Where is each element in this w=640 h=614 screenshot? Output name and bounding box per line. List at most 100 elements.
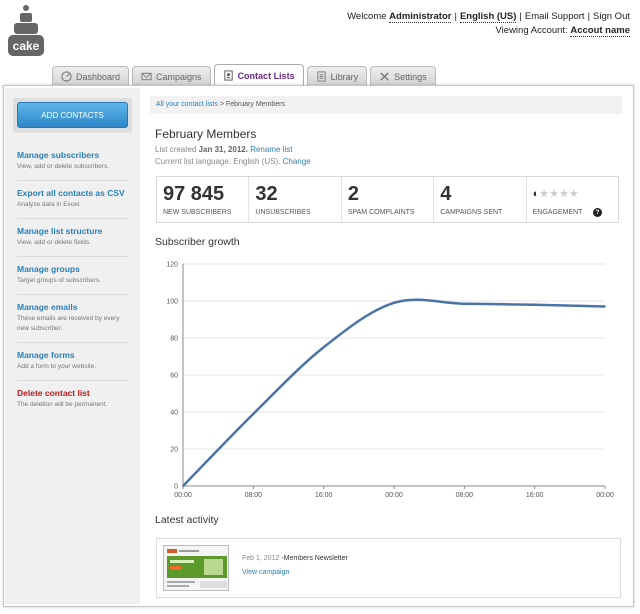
- data-point: [252, 413, 255, 415]
- sidebar-item-desc: View, add or delete subscribers.: [17, 163, 110, 170]
- sidebar-item-list-structure[interactable]: Manage list structure View, add or delet…: [17, 219, 128, 257]
- tab-label: Settings: [394, 71, 427, 82]
- stat-label: SPAM COMPLAINTS: [347, 209, 415, 216]
- sidebar-item-manage-subscribers[interactable]: Manage subscribers View, add or delete s…: [17, 143, 128, 181]
- sidebar: ADD CONTACTS Manage subscribers View, ad…: [5, 88, 140, 604]
- activity-line: Feb 1, 2012 -Members Newsletter: [242, 555, 348, 562]
- y-tick-label: 120: [166, 262, 178, 269]
- add-contacts-button[interactable]: ADD CONTACTS: [17, 102, 128, 128]
- sidebar-item-title[interactable]: Manage groups: [17, 264, 128, 275]
- engagement-stars: ◐★★★★: [533, 183, 612, 205]
- tools-icon: [380, 72, 389, 81]
- stat-label: UNSUBSCRIBES: [255, 209, 311, 216]
- rename-list-link[interactable]: Rename list: [250, 145, 292, 154]
- stat-label: CAMPAIGNS SENT: [440, 209, 503, 216]
- stat-value: 97 845: [163, 183, 225, 205]
- sidebar-item-manage-groups[interactable]: Manage groups Target groups of subscribe…: [17, 257, 128, 295]
- x-tick-label: 08:00: [245, 492, 263, 498]
- sidebar-item-title[interactable]: Manage forms: [17, 350, 128, 361]
- cake-logo: cake: [8, 5, 44, 56]
- y-tick-label: 20: [170, 447, 178, 454]
- sidebar-item-title[interactable]: Manage subscribers: [17, 150, 128, 161]
- y-tick-label: 40: [170, 410, 178, 417]
- contact-book-icon: [223, 70, 233, 81]
- created-label: List created: [155, 145, 197, 154]
- data-point: [463, 302, 466, 305]
- y-tick-label: 100: [166, 299, 178, 306]
- sidebar-item-desc: Analyze data in Excel.: [17, 201, 81, 208]
- sidebar-item-desc: These emails are received by every new s…: [17, 315, 120, 332]
- breadcrumb: All your contact lists > February Member…: [150, 96, 622, 114]
- newsletter-preview-icon: [164, 546, 228, 590]
- change-language-link[interactable]: Change: [283, 157, 311, 166]
- breadcrumb-separator: >: [219, 101, 224, 108]
- data-point: [393, 302, 395, 304]
- sidebar-item-title[interactable]: Manage list structure: [17, 226, 128, 237]
- tab-settings[interactable]: Settings: [370, 66, 436, 86]
- data-point: [182, 485, 184, 487]
- activity-item[interactable]: Feb 1, 2012 -Members Newsletter View cam…: [156, 538, 621, 598]
- series-line: [182, 298, 606, 487]
- tab-contact-lists[interactable]: Contact Lists: [213, 64, 304, 86]
- x-tick-label: 08:00: [456, 492, 474, 498]
- welcome-label: Welcome: [347, 11, 387, 22]
- activity-name: -Members Newsletter: [281, 555, 348, 562]
- dashboard-icon: [61, 71, 72, 82]
- viewing-account-label: Viewing Account:: [495, 25, 568, 36]
- tab-campaigns[interactable]: Campaigns: [132, 66, 211, 86]
- tab-label: Library: [330, 71, 359, 82]
- x-tick-label: 00:00: [596, 492, 614, 498]
- library-icon: [316, 71, 326, 82]
- user-name-link[interactable]: Administrator: [389, 11, 452, 23]
- tab-dashboard[interactable]: Dashboard: [52, 66, 130, 86]
- tab-library[interactable]: Library: [306, 66, 368, 86]
- x-tick-label: 16:00: [526, 492, 544, 498]
- data-point: [533, 303, 536, 306]
- sidebar-item-manage-emails[interactable]: Manage emails These emails are received …: [17, 295, 128, 343]
- tab-label: Contact Lists: [237, 70, 295, 81]
- stat-spam-complaints[interactable]: 2 SPAM COMPLAINTS: [342, 177, 435, 222]
- y-tick-label: 80: [170, 336, 178, 343]
- created-date: Jan 31, 2012.: [198, 145, 248, 154]
- stat-campaigns-sent[interactable]: 4 CAMPAIGNS SENT: [434, 177, 527, 222]
- tab-label: Dashboard: [76, 71, 121, 82]
- list-language-line: Current list language: English (US). Cha…: [155, 156, 622, 168]
- language-link[interactable]: English (US): [459, 11, 517, 23]
- sidebar-item-manage-forms[interactable]: Manage forms Add a form to your website.: [17, 343, 128, 381]
- sidebar-item-export-csv[interactable]: Export all contacts as CSV Analyze data …: [17, 181, 128, 219]
- subscriber-growth-chart: 0 20 40 60 80 100 120 00:00 08:00 16:00 00:00 08:00…: [166, 262, 614, 499]
- breadcrumb-root-link[interactable]: All your contact lists: [156, 101, 218, 108]
- sidebar-item-delete-list[interactable]: Delete contact list The deletion will be…: [17, 381, 128, 418]
- help-icon[interactable]: ?: [593, 208, 603, 217]
- envelope-icon: [141, 72, 152, 81]
- x-tick-label: 16:00: [315, 492, 333, 498]
- email-support-link[interactable]: Email Support: [525, 11, 585, 22]
- campaign-thumbnail[interactable]: [163, 545, 229, 591]
- account-name-link[interactable]: Accout name: [570, 25, 630, 37]
- sidebar-item-desc: Add a form to your website.: [17, 363, 97, 370]
- sidebar-item-title[interactable]: Delete contact list: [17, 388, 128, 399]
- breadcrumb-current: February Members: [225, 101, 285, 108]
- logo-text: cake: [13, 39, 40, 53]
- stat-value: 32: [255, 183, 278, 205]
- language-label: Current list language: English (US).: [155, 157, 281, 166]
- sidebar-item-title[interactable]: Export all contacts as CSV: [17, 188, 128, 199]
- data-point: [322, 346, 325, 349]
- activity-date: Feb 1, 2012: [242, 555, 280, 562]
- sidebar-item-desc: The deletion will be permanent.: [17, 401, 108, 408]
- data-point: [604, 305, 606, 308]
- list-created-line: List created Jan 31, 2012. Rename list: [155, 144, 622, 156]
- sign-out-link[interactable]: Sign Out: [593, 11, 630, 22]
- view-campaign-link[interactable]: View campaign: [242, 569, 289, 576]
- star-icon: ★★★★: [539, 188, 579, 200]
- activity-title: Latest activity: [155, 514, 219, 526]
- account-bar: Welcome Administrator | English (US) | Email…: [347, 11, 630, 37]
- stat-label: NEW SUBSCRIBERS: [163, 209, 232, 216]
- stat-unsubscribes[interactable]: 32 UNSUBSCRIBES: [249, 177, 342, 222]
- stats-panel: 97 845 NEW SUBSCRIBERS 32 UNSUBSCRIBES 2…: [156, 176, 619, 223]
- stat-new-subscribers[interactable]: 97 845 NEW SUBSCRIBERS: [157, 177, 250, 222]
- x-tick-label: 00:00: [174, 492, 192, 498]
- sidebar-item-title[interactable]: Manage emails: [17, 302, 128, 313]
- sidebar-item-desc: View, add or delete fields.: [17, 239, 91, 246]
- y-tick-label: 60: [170, 373, 178, 380]
